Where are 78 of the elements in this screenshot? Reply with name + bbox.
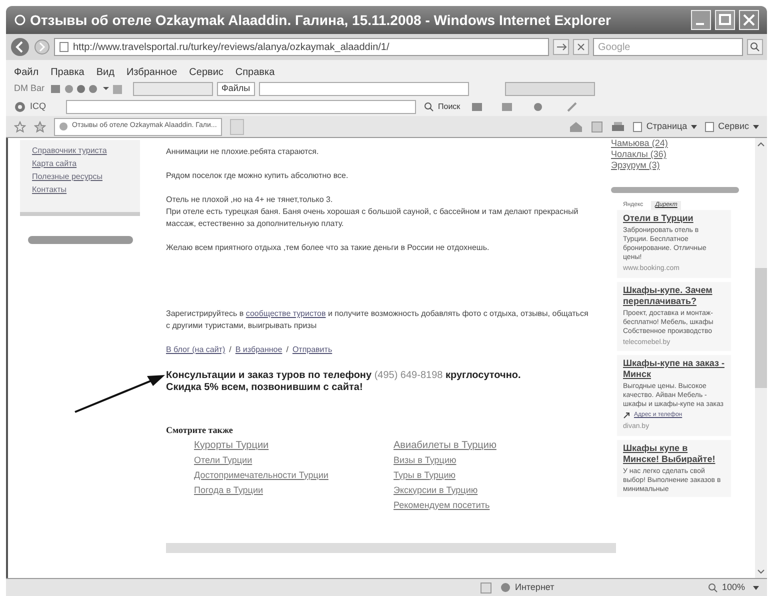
forward-icon[interactable] bbox=[34, 39, 50, 55]
see-also-link[interactable]: Рекомендуем посетить bbox=[394, 498, 593, 512]
caret-icon bbox=[753, 124, 759, 128]
add-favorites-icon[interactable] bbox=[34, 120, 46, 132]
home-icon[interactable] bbox=[569, 120, 584, 132]
search-icon bbox=[424, 102, 434, 112]
menu-item[interactable]: Избранное bbox=[126, 64, 178, 80]
caret-icon[interactable] bbox=[753, 586, 759, 590]
region-link[interactable]: Чолаклы (36) bbox=[611, 149, 666, 160]
sidebar-link[interactable]: Справочник туриста bbox=[20, 144, 140, 157]
ad-title-link[interactable]: Шкафы-купе. Зачем переплачивать? bbox=[623, 284, 725, 306]
minimize-icon[interactable] bbox=[691, 10, 711, 30]
files-dropdown[interactable]: Файлы bbox=[216, 82, 256, 96]
back-icon[interactable] bbox=[10, 37, 30, 57]
action-link[interactable]: В блог (на сайт) bbox=[166, 344, 226, 356]
see-also-link[interactable]: Курорты Турции bbox=[194, 438, 394, 452]
window-title: Отзывы об отеле Ozkaymak Alaaddin. Галина, 15.11.2008 - Windows Internet Explorer bbox=[30, 10, 612, 30]
zone-indicator: Интернет bbox=[500, 580, 700, 594]
browser-logo-icon bbox=[14, 14, 26, 26]
menu-item[interactable]: Вид bbox=[96, 64, 114, 80]
sidebar-link[interactable]: Карта сайта bbox=[20, 157, 140, 170]
command-menu-button[interactable]: Страница bbox=[633, 120, 698, 134]
see-also-link[interactable]: Авиабилеты в Турцию bbox=[394, 438, 593, 452]
see-also-link[interactable]: Погода в Турции bbox=[194, 482, 394, 498]
action-link[interactable]: В избранное bbox=[235, 344, 282, 356]
see-also-link[interactable]: Туры в Турцию bbox=[394, 468, 593, 482]
security-icon bbox=[480, 582, 492, 594]
region-link[interactable]: Эрзурум (3) bbox=[611, 160, 660, 171]
ad-title-link[interactable]: Шкафы-купе на заказ - Минск bbox=[623, 358, 725, 380]
action-link[interactable]: Отправить bbox=[292, 344, 332, 356]
print-icon[interactable] bbox=[611, 120, 626, 132]
address-field[interactable]: http://www.travelsportal.ru/turkey/reviews/alanya/ozkaymak_alaaddin/1/ bbox=[54, 38, 549, 56]
separator-text: / bbox=[286, 344, 288, 356]
favorites-star-icon[interactable] bbox=[14, 120, 26, 132]
search-field[interactable]: Google bbox=[593, 38, 743, 56]
register-text: Зарегистрируйтесь в сообществе туристов и получите возможность добавлять фото с отдыха, отзывы, общаться с другими туристами, выигрывать призы bbox=[166, 308, 590, 332]
toolbar-button[interactable] bbox=[132, 82, 213, 96]
review-text: Рядом поселок где можно купить абсолютно все. bbox=[166, 170, 350, 182]
ad-title-link[interactable]: Отели в Турции bbox=[623, 213, 725, 224]
search-icon[interactable] bbox=[747, 39, 763, 55]
arrow-icon bbox=[623, 412, 630, 419]
maximize-icon[interactable] bbox=[715, 10, 735, 30]
review-text: При отеле есть турецкая баня. Баня очень хорошая с большой сауной, с бассейном и там делают прекрасный массаж, естественно за дополнительную плату. bbox=[166, 206, 580, 230]
menu-item[interactable]: Файл bbox=[14, 64, 39, 80]
menu-item[interactable]: Правка bbox=[50, 64, 84, 80]
stop-icon[interactable] bbox=[573, 39, 589, 55]
toolbar-combo-field[interactable] bbox=[259, 82, 470, 96]
feeds-icon[interactable] bbox=[591, 120, 604, 132]
toolbar-search-field[interactable] bbox=[66, 100, 416, 114]
scrollbar[interactable] bbox=[755, 138, 767, 578]
section-heading: Смотрите также bbox=[166, 424, 234, 437]
scrollbar-thumb[interactable] bbox=[755, 268, 767, 388]
region-link[interactable]: Чамьюва (24) bbox=[611, 138, 668, 149]
review-text: Желаю всем приятного отдыха ,тем более что за такие деньги в России не отдохнешь. bbox=[166, 242, 490, 254]
menu-item[interactable]: Сервис bbox=[189, 64, 224, 80]
zoom-icon bbox=[708, 582, 718, 592]
toolbar-label: DM Bar bbox=[14, 82, 45, 96]
toolbar-label: ICQ bbox=[30, 100, 46, 114]
see-also-link[interactable]: Визы в Турцию bbox=[394, 452, 593, 468]
review-text: Аннимации не плохие.ребята стараются. bbox=[166, 146, 320, 158]
caret-icon bbox=[691, 124, 698, 128]
review-text: Отель не плохой ,но на 4+ не тянет,только 3. bbox=[166, 194, 334, 206]
close-icon[interactable] bbox=[739, 10, 759, 30]
separator-text: / bbox=[229, 344, 232, 356]
new-tab-button[interactable] bbox=[230, 118, 244, 134]
toolbar-search-button[interactable]: Поиск bbox=[420, 101, 464, 113]
see-also-link[interactable]: Достопримечательности Турции bbox=[194, 468, 394, 482]
refresh-icon[interactable] bbox=[553, 39, 569, 55]
sidebar-link[interactable]: Контакты bbox=[20, 183, 140, 196]
see-also-link[interactable]: Экскурсии в Турцию bbox=[394, 482, 593, 498]
ad-title-link[interactable]: Шкафы купе в Минске! Выбирайте! bbox=[623, 442, 725, 464]
zoom-button[interactable]: 100% bbox=[708, 580, 745, 594]
command-menu-button[interactable]: Сервис bbox=[705, 120, 759, 134]
sidebar-link[interactable]: Полезные ресурсы bbox=[20, 170, 140, 183]
see-also-link[interactable]: Отели Турции bbox=[194, 452, 394, 468]
phone-notice: Консультации и заказ туров по телефону (495) 649-8198 круглосуточно. Скидка 5% всем, позвонившим с сайта! bbox=[166, 370, 522, 394]
community-link[interactable]: сообществе туристов bbox=[246, 309, 326, 318]
menu-item[interactable]: Справка bbox=[235, 64, 275, 80]
